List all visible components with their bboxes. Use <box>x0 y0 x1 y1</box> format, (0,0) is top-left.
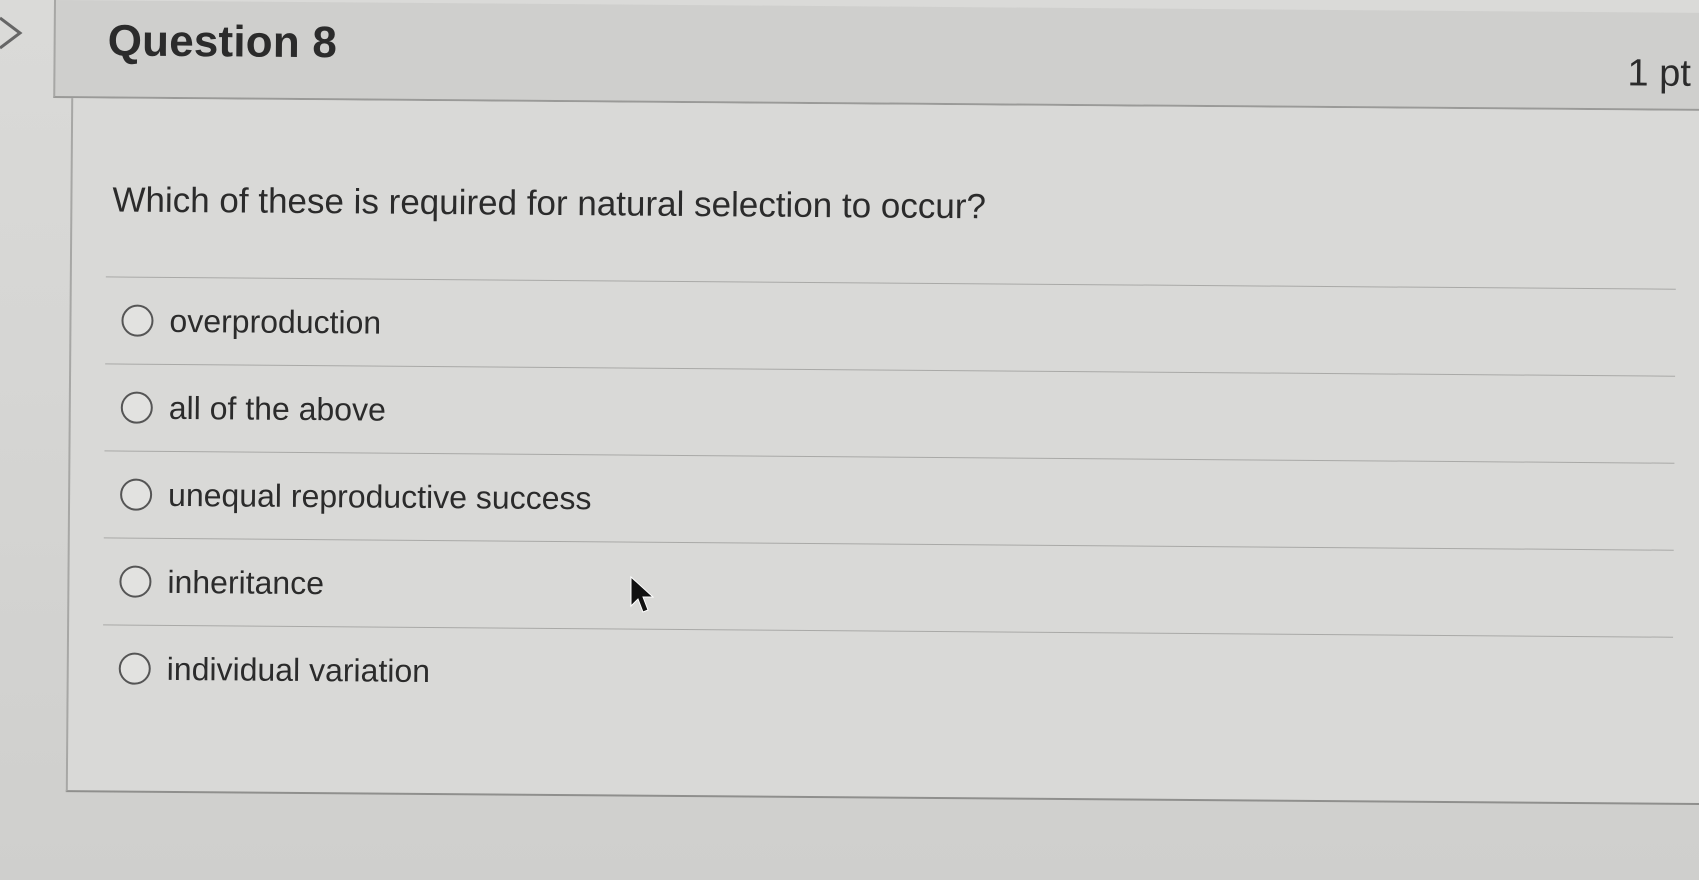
answer-option[interactable]: unequal reproductive success <box>103 450 1675 550</box>
question-card: Question 8 1 pt Which of these is requir… <box>48 0 1699 813</box>
radio-button-icon[interactable] <box>118 652 151 685</box>
radio-button-icon[interactable] <box>120 391 153 424</box>
answer-list: overproduction all of the above unequal … <box>102 276 1676 724</box>
answer-label: unequal reproductive success <box>167 476 592 516</box>
radio-button-icon[interactable] <box>121 304 154 337</box>
chevron-right-icon[interactable] <box>0 16 24 50</box>
answer-label: all of the above <box>168 389 386 428</box>
quiz-page: Question 8 1 pt Which of these is requir… <box>0 0 1699 880</box>
answer-label: individual variation <box>166 650 431 689</box>
radio-button-icon[interactable] <box>119 478 153 511</box>
answer-option[interactable]: overproduction <box>105 276 1676 376</box>
question-header: Question 8 1 pt <box>53 0 1699 112</box>
mouse-cursor-icon <box>630 576 654 613</box>
answer-label: inheritance <box>167 563 325 601</box>
question-body: Which of these is required for natural s… <box>65 98 1699 806</box>
answer-option[interactable]: all of the above <box>104 363 1676 463</box>
answer-option[interactable]: individual variation <box>102 624 1674 724</box>
answer-option[interactable]: inheritance <box>103 537 1674 637</box>
radio-button-icon[interactable] <box>119 565 152 598</box>
answer-label: overproduction <box>169 302 382 341</box>
question-points: 1 pt <box>1627 52 1692 95</box>
question-text: Which of these is required for natural s… <box>112 180 987 227</box>
question-title: Question 8 <box>107 16 338 68</box>
